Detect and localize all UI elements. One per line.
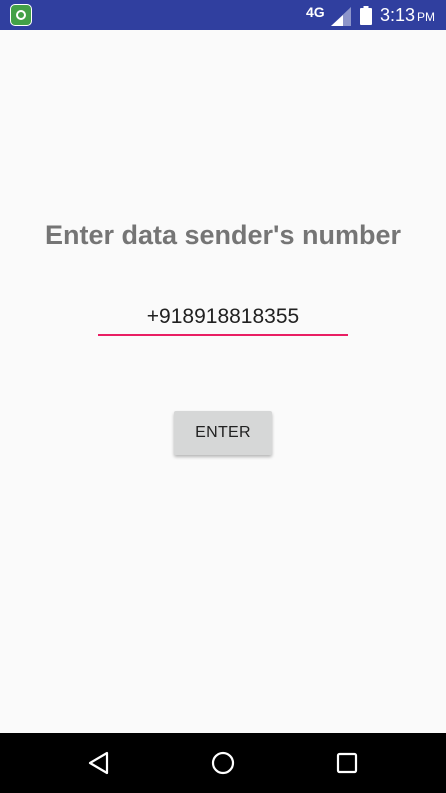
network-type-label: 4G — [306, 4, 325, 20]
app-notification-icon — [10, 4, 32, 26]
navigation-bar — [0, 733, 446, 793]
status-clock: 3:13 PM — [380, 5, 435, 26]
app-screen: 4G 3:13 PM Enter data sender's number +91… — [0, 0, 446, 793]
clock-time: 3:13 — [380, 5, 416, 25]
cellular-signal-icon — [331, 7, 351, 26]
recents-square-icon[interactable] — [334, 750, 360, 776]
clock-ampm: PM — [417, 10, 436, 24]
enter-button[interactable]: ENTER — [174, 411, 272, 455]
page-title: Enter data sender's number — [44, 220, 402, 250]
home-circle-icon[interactable] — [210, 750, 236, 776]
battery-icon — [360, 6, 372, 25]
status-bar: 4G 3:13 PM — [0, 0, 446, 30]
phone-number-input[interactable]: +918918818355 — [98, 300, 348, 336]
back-triangle-icon[interactable] — [86, 750, 112, 776]
